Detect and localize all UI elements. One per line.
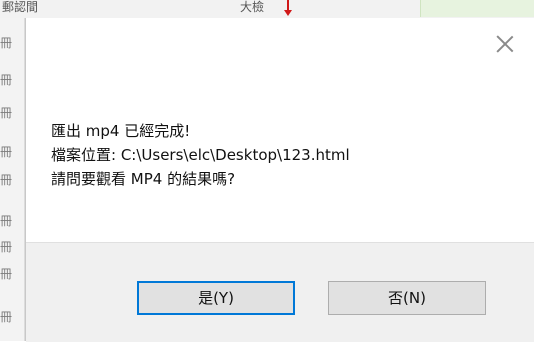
row-marker: 冊 (0, 145, 12, 159)
row-marker: 冊 (0, 73, 12, 87)
message-line-file-location: 檔案位置: C:\Users\elc\Desktop\123.html (51, 146, 350, 164)
yes-button[interactable]: 是(Y) (137, 281, 295, 315)
message-line-export-complete: 匯出 mp4 已經完成! (51, 122, 191, 140)
no-button[interactable]: 否(N) (328, 281, 486, 315)
message-dialog: 匯出 mp4 已經完成! 檔案位置: C:\Users\elc\Desktop\… (25, 18, 534, 342)
close-icon[interactable] (492, 31, 518, 57)
row-marker: 冊 (0, 240, 12, 254)
row-marker: 冊 (0, 106, 12, 120)
red-arrow-marker (284, 0, 292, 16)
row-marker: 冊 (0, 36, 12, 50)
row-marker: 冊 (0, 214, 12, 228)
row-marker: 冊 (0, 173, 12, 187)
dialog-message: 匯出 mp4 已經完成! 檔案位置: C:\Users\elc\Desktop\… (51, 119, 511, 191)
background-header-cell: 郵認間 (2, 0, 39, 14)
background-highlight-cell (420, 0, 534, 17)
row-marker: 冊 (0, 267, 12, 281)
row-marker: 冊 (0, 310, 12, 324)
dialog-button-bar: 是(Y) 否(N) (26, 242, 534, 342)
background-row-strip: 冊 冊 冊 冊 冊 冊 冊 冊 冊 (0, 18, 25, 341)
message-line-view-prompt: 請問要觀看 MP4 的結果嗎? (51, 170, 236, 188)
